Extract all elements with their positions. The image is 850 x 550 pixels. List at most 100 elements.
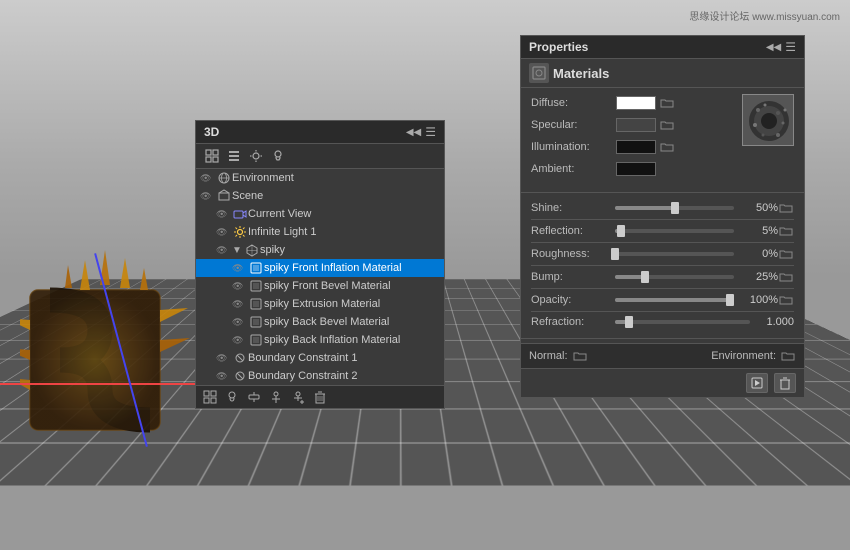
eye-spiky-back-inflation[interactable]: 👁 — [232, 335, 248, 346]
tree-item-spiky-extrusion[interactable]: 👁 spiky Extrusion Material — [196, 295, 444, 313]
reflection-value: 5% — [738, 225, 778, 237]
tree-item-boundary-2[interactable]: 👁 Boundary Constraint 2 — [196, 367, 444, 385]
roughness-folder[interactable] — [778, 247, 794, 261]
tree-container: 👁 Environment 👁 Scene 👁 Current View 👁 — [196, 169, 444, 385]
opacity-folder[interactable] — [778, 293, 794, 307]
bump-value: 25% — [738, 271, 778, 283]
eye-scene[interactable]: 👁 — [200, 191, 216, 202]
footer-move-icon[interactable] — [246, 389, 262, 405]
tree-item-spiky-back-inflation[interactable]: 👁 spiky Back Inflation Material — [196, 331, 444, 349]
eye-spiky-back-bevel[interactable]: 👁 — [232, 317, 248, 328]
props-tab-materials[interactable]: Materials — [521, 59, 804, 88]
illumination-label: Illumination: — [531, 141, 616, 153]
opacity-label: Opacity: — [531, 294, 611, 306]
diffuse-folder[interactable] — [659, 95, 675, 111]
illumination-color[interactable] — [616, 140, 656, 154]
footer-trash-icon[interactable] — [312, 389, 328, 405]
toolbar-list-icon[interactable] — [226, 148, 242, 164]
environment-folder[interactable] — [780, 348, 796, 364]
eye-spiky-front-inflation[interactable]: 👁 — [232, 263, 248, 274]
opacity-value: 100% — [738, 294, 778, 306]
eye-current-view[interactable]: 👁 — [216, 209, 232, 220]
tree-item-infinite-light[interactable]: 👁 Infinite Light 1 — [196, 223, 444, 241]
tree-item-spiky-back-bevel[interactable]: 👁 spiky Back Bevel Material — [196, 313, 444, 331]
toolbar-bulb-icon[interactable] — [270, 148, 286, 164]
diffuse-label: Diffuse: — [531, 97, 616, 109]
footer-addanchor-icon[interactable] — [290, 389, 306, 405]
eye-boundary-1[interactable]: 👁 — [216, 353, 232, 364]
panel-3d-collapse[interactable]: ◀◀ — [406, 127, 421, 138]
panel-3d-menu[interactable]: ☰ — [425, 125, 436, 139]
props-collapse[interactable]: ◀◀ — [766, 42, 781, 53]
environment-group: Environment: — [711, 348, 796, 364]
opacity-slider[interactable] — [615, 298, 734, 302]
toolbar-grid-icon[interactable] — [204, 148, 220, 164]
bump-folder[interactable] — [778, 270, 794, 284]
tree-item-scene[interactable]: 👁 Scene — [196, 187, 444, 205]
props-title: Properties — [529, 40, 588, 54]
eye-spiky[interactable]: 👁 — [216, 245, 232, 256]
eye-spiky-front-bevel[interactable]: 👁 — [232, 281, 248, 292]
roughness-slider[interactable] — [615, 252, 734, 256]
sliders-section: Shine: 50% Reflection: 5% — [521, 197, 804, 334]
spiky-front-bevel-label: spiky Front Bevel Material — [264, 280, 440, 292]
constraint-icon-2 — [232, 369, 248, 383]
material-icon-3 — [248, 297, 264, 311]
delete-button[interactable] — [774, 373, 796, 393]
normal-label: Normal: — [529, 350, 568, 362]
reflection-row: Reflection: 5% — [531, 224, 794, 238]
3d-object — [20, 230, 220, 450]
normal-folder[interactable] — [572, 348, 588, 364]
diffuse-section: Diffuse: Specular: Illumination: Ambient… — [521, 88, 804, 188]
render-button[interactable] — [746, 373, 768, 393]
tree-item-spiky-front-inflation[interactable]: 👁 spiky Front Inflation Material — [196, 259, 444, 277]
specular-label: Specular: — [531, 119, 616, 131]
eye-environment[interactable]: 👁 — [200, 173, 216, 184]
toolbar-light-icon[interactable] — [248, 148, 264, 164]
reflection-folder[interactable] — [778, 224, 794, 238]
bump-slider[interactable] — [615, 275, 734, 279]
specular-color[interactable] — [616, 118, 656, 132]
refraction-row: Refraction: 1.000 — [531, 316, 794, 328]
divider-bump — [531, 288, 794, 289]
eye-boundary-2[interactable]: 👁 — [216, 371, 232, 382]
infinite-light-label: Infinite Light 1 — [248, 226, 440, 238]
eye-infinite-light[interactable]: 👁 — [216, 227, 232, 238]
spiky-extrusion-label: spiky Extrusion Material — [264, 298, 440, 310]
tree-item-environment[interactable]: 👁 Environment — [196, 169, 444, 187]
ambient-color[interactable] — [616, 162, 656, 176]
shine-folder[interactable] — [778, 201, 794, 215]
tree-item-current-view[interactable]: 👁 Current View — [196, 205, 444, 223]
sun-icon — [232, 225, 248, 239]
props-menu[interactable]: ☰ — [785, 40, 796, 54]
constraint-icon-1 — [232, 351, 248, 365]
texture-thumbnail — [742, 94, 794, 146]
roughness-row: Roughness: 0% — [531, 247, 794, 261]
footer-grid-icon[interactable] — [202, 389, 218, 405]
specular-folder[interactable] — [659, 117, 675, 133]
roughness-value: 0% — [738, 248, 778, 260]
footer-anchor-icon[interactable] — [268, 389, 284, 405]
panel-3d-toolbar — [196, 144, 444, 169]
shine-value: 50% — [738, 202, 778, 214]
bump-label: Bump: — [531, 271, 611, 283]
props-header: Properties ◀◀ ☰ — [521, 36, 804, 59]
expand-spiky[interactable]: ▼ — [232, 245, 242, 256]
divider-1 — [521, 192, 804, 193]
eye-spiky-extrusion[interactable]: 👁 — [232, 299, 248, 310]
tree-item-boundary-1[interactable]: 👁 Boundary Constraint 1 — [196, 349, 444, 367]
shine-slider[interactable] — [615, 206, 734, 210]
refraction-slider[interactable] — [615, 320, 750, 324]
tree-item-spiky[interactable]: 👁 ▼ spiky — [196, 241, 444, 259]
env-label: Environment — [232, 172, 440, 184]
divider-2 — [521, 338, 804, 339]
spiky-label: spiky — [260, 244, 440, 256]
diffuse-color[interactable] — [616, 96, 656, 110]
boundary-1-label: Boundary Constraint 1 — [248, 352, 440, 364]
panel-3d-footer — [196, 385, 444, 408]
tree-item-spiky-front-bevel[interactable]: 👁 spiky Front Bevel Material — [196, 277, 444, 295]
normal-group: Normal: — [529, 348, 588, 364]
reflection-slider[interactable] — [615, 229, 734, 233]
illumination-folder[interactable] — [659, 139, 675, 155]
footer-bulb-icon[interactable] — [224, 389, 240, 405]
